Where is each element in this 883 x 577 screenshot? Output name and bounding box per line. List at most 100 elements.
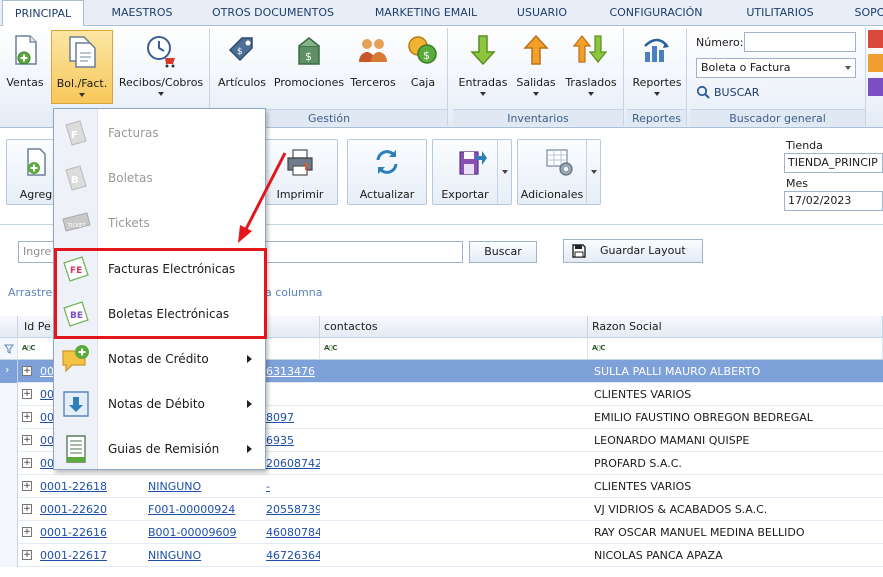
table-row[interactable]: +0001-22620 F001-0000092420558739097 VJ VI… bbox=[0, 498, 883, 521]
cell-id[interactable]: 0001-22620 bbox=[36, 498, 136, 521]
menu-item-tickets-label: Tickets bbox=[108, 216, 150, 230]
menu-item-notas-credito-label: Notas de Crédito bbox=[108, 352, 209, 366]
mes-field[interactable]: 17/02/2023 bbox=[784, 191, 883, 211]
cell-id[interactable]: 0001-22617 bbox=[36, 544, 136, 567]
promociones-button[interactable]: $ Promociones bbox=[271, 30, 347, 104]
transfer-icon bbox=[573, 35, 608, 63]
group-hint-left: Arrastre bbox=[8, 286, 53, 299]
grid-search-button[interactable]: Buscar bbox=[469, 241, 537, 263]
save-layout-button[interactable]: Guardar Layout bbox=[563, 239, 703, 263]
svg-text:F: F bbox=[71, 130, 78, 141]
cell-razon: CLIENTES VARIOS bbox=[594, 480, 692, 493]
tienda-label: Tienda bbox=[786, 139, 823, 152]
bol-fact-button[interactable]: Bol./Fact. bbox=[51, 30, 113, 104]
cell-doc[interactable]: NINGUNO bbox=[144, 544, 262, 567]
table-row[interactable]: +0001-22617 NINGUNO 46726364 NICOLAS PANCA … bbox=[0, 544, 883, 567]
chevron-down-icon bbox=[480, 92, 486, 96]
text-filter-icon: A▯C bbox=[592, 344, 605, 352]
numero-input[interactable] bbox=[744, 32, 856, 52]
caja-button[interactable]: $ Caja bbox=[401, 30, 445, 104]
cell-ruc[interactable]: 20558739097 bbox=[262, 498, 320, 521]
exportar-dropdown[interactable] bbox=[497, 140, 511, 204]
cell-doc[interactable]: NINGUNO bbox=[144, 475, 262, 498]
svg-text:$: $ bbox=[305, 50, 312, 63]
tab-otros-documentos[interactable]: OTROS DOCUMENTOS bbox=[200, 0, 346, 26]
terceros-button[interactable]: Terceros bbox=[347, 30, 399, 104]
entradas-button[interactable]: Entradas bbox=[456, 30, 510, 104]
menu-item-notas-credito[interactable]: Notas de Crédito bbox=[54, 337, 265, 381]
document-type-select[interactable]: Boleta o Factura bbox=[696, 58, 856, 78]
cell-doc[interactable]: B001-00009609 bbox=[144, 521, 262, 544]
expand-row-icon[interactable]: + bbox=[22, 366, 32, 376]
expand-row-icon[interactable]: + bbox=[22, 458, 32, 468]
cell-doc[interactable]: F001-00000924 bbox=[144, 498, 262, 521]
expand-row-icon[interactable]: + bbox=[22, 481, 32, 491]
numero-label: Número: bbox=[696, 36, 744, 49]
text-filter-icon: A▯C bbox=[22, 344, 35, 352]
buscar-general-button[interactable]: BUSCAR bbox=[696, 84, 759, 102]
expand-row-icon[interactable]: + bbox=[22, 412, 32, 422]
promotion-tag-icon: $ bbox=[298, 37, 320, 65]
debit-note-icon bbox=[63, 391, 89, 417]
row-indicator bbox=[0, 452, 18, 475]
red-highlight-box bbox=[54, 248, 267, 339]
exportar-button[interactable]: Exportar bbox=[432, 139, 512, 205]
cell-ruc[interactable]: 6313476 bbox=[262, 360, 320, 383]
cell-id[interactable]: 0001-22618 bbox=[36, 475, 136, 498]
overflow-badge-orange bbox=[868, 54, 883, 72]
tab-principal[interactable]: PRINCIPAL bbox=[2, 0, 84, 27]
group-buscador-label: Buscador general bbox=[690, 109, 865, 126]
column-header-razon-social[interactable]: Razon Social bbox=[588, 316, 883, 338]
cell-ruc[interactable]: - bbox=[262, 475, 320, 498]
ventas-button[interactable]: Ventas bbox=[2, 30, 48, 104]
arrow-up-icon bbox=[523, 34, 549, 65]
menu-item-notas-debito[interactable]: Notas de Débito bbox=[54, 382, 265, 426]
traslados-button[interactable]: Traslados bbox=[561, 30, 621, 104]
expand-row-icon[interactable]: + bbox=[22, 435, 32, 445]
history-cart-icon bbox=[147, 36, 175, 68]
expand-row-icon[interactable]: + bbox=[22, 550, 32, 560]
expand-row-icon[interactable]: + bbox=[22, 504, 32, 514]
expand-row-icon[interactable]: + bbox=[22, 389, 32, 399]
cell-ruc[interactable]: 46726364 bbox=[262, 544, 320, 567]
salidas-button[interactable]: Salidas bbox=[513, 30, 559, 104]
bol-fact-label: Bol./Fact. bbox=[56, 77, 108, 90]
group-by-hint: Arrastre na columna bbox=[8, 286, 322, 299]
tab-marketing-email[interactable]: MARKETING EMAIL bbox=[358, 0, 494, 26]
table-row[interactable]: +0001-22618 NINGUNO - CLIENTES VARIOS bbox=[0, 475, 883, 498]
tab-soporte[interactable]: SOPO bbox=[845, 0, 883, 26]
articulos-button[interactable]: $ Artículos bbox=[214, 30, 270, 104]
cell-ruc[interactable]: 46080784 bbox=[262, 521, 320, 544]
tab-configuracion[interactable]: CONFIGURACIÓN bbox=[594, 0, 718, 26]
table-row[interactable]: +0001-22616 B001-00009609 46080784 RAY OSCA… bbox=[0, 521, 883, 544]
cell-ruc[interactable] bbox=[262, 383, 320, 406]
add-document-icon bbox=[27, 148, 46, 176]
adicionales-dropdown[interactable] bbox=[586, 140, 600, 204]
actualizar-button[interactable]: Actualizar bbox=[347, 139, 427, 205]
ticket-icon: TICKET bbox=[62, 212, 91, 232]
search-icon bbox=[696, 85, 710, 99]
cell-ruc[interactable]: 8097 bbox=[262, 406, 320, 429]
filter-cell-razon-social[interactable]: A▯C bbox=[588, 338, 883, 360]
save-layout-label: Guardar Layout bbox=[600, 244, 686, 257]
menu-item-guias-remision[interactable]: Guias de Remisión bbox=[54, 427, 265, 471]
expand-row-icon[interactable]: + bbox=[22, 527, 32, 537]
filter-cell-contactos[interactable]: A▯C bbox=[320, 338, 588, 360]
tab-utilitarios[interactable]: UTILITARIOS bbox=[730, 0, 830, 26]
cell-ruc[interactable]: 6935 bbox=[262, 429, 320, 452]
column-header-contactos[interactable]: contactos bbox=[320, 316, 588, 338]
recibos-cobros-button[interactable]: Recibos/Cobros bbox=[116, 30, 206, 104]
ribbon-overflow-group bbox=[868, 30, 883, 126]
cell-razon: SULLA PALLI MAURO ALBERTO bbox=[594, 365, 761, 378]
group-buscador-general: Número: Boleta o Factura BUSCAR Buscador… bbox=[690, 28, 866, 126]
adicionales-button[interactable]: Adicionales bbox=[517, 139, 601, 205]
cell-id[interactable]: 0001-22616 bbox=[36, 521, 136, 544]
overflow-badge-red bbox=[868, 30, 883, 48]
submenu-arrow-icon bbox=[247, 400, 252, 408]
tienda-field[interactable]: TIENDA_PRINCIP bbox=[784, 153, 883, 173]
tab-usuario[interactable]: USUARIO bbox=[505, 0, 579, 26]
tab-maestros[interactable]: MAESTROS bbox=[92, 0, 192, 26]
reportes-button[interactable]: Reportes bbox=[630, 30, 684, 104]
cell-razon: RAY OSCAR MANUEL MEDINA BELLIDO bbox=[594, 526, 805, 539]
cell-ruc[interactable]: 20608742833 bbox=[262, 452, 320, 475]
